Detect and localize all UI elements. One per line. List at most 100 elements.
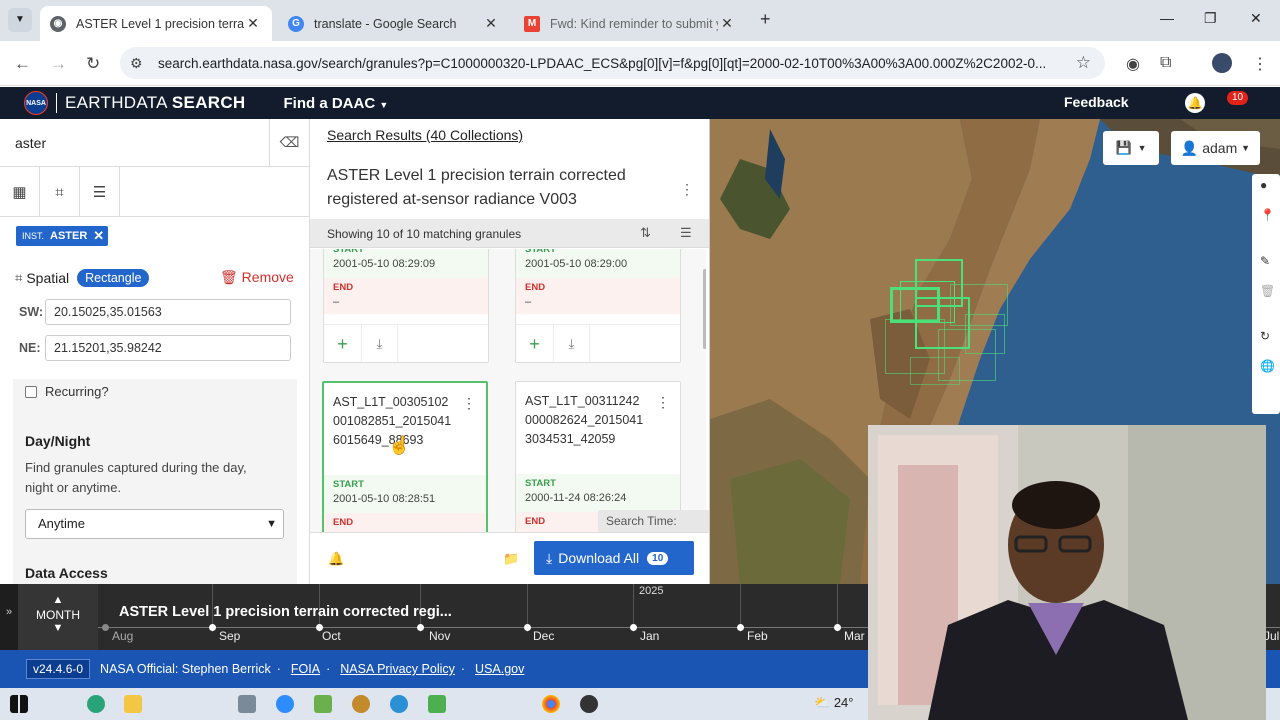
zoom-up-chevron-icon[interactable]: ▲ — [18, 594, 98, 606]
app-icon[interactable] — [390, 695, 408, 713]
back-icon[interactable]: ← — [14, 54, 31, 74]
instrument-filter-chip[interactable]: INST. ASTER ✕ — [16, 226, 109, 246]
user-menu-button[interactable]: 👤 adam ▼ — [1171, 131, 1260, 165]
site-info-icon[interactable]: ⚙ — [130, 55, 148, 72]
sw-row: SW: 20.15025,35.01563 — [19, 299, 291, 325]
extension-record-icon[interactable]: ◉ — [1126, 54, 1140, 74]
sw-coordinate-input[interactable]: 20.15025,35.01563 — [45, 299, 291, 325]
recurring-checkbox[interactable] — [25, 385, 37, 398]
clear-search-eraser-icon[interactable]: ⌫ — [269, 119, 309, 167]
restore-icon[interactable]: ❐ — [1204, 10, 1217, 27]
timeline-marker — [834, 624, 841, 631]
timeline-zoom-label: MONTH — [36, 608, 80, 622]
add-granule-plus-icon[interactable]: + — [516, 325, 554, 362]
notifications-bell-icon[interactable]: 🔔 — [1185, 93, 1205, 113]
version-badge: v24.4.6-0 — [26, 659, 91, 679]
day-night-select[interactable]: Anytime ▼ — [25, 509, 284, 539]
collection-menu-icon[interactable]: ⋮ — [680, 181, 694, 198]
draw-point-icon[interactable]: ● — [1260, 178, 1267, 192]
app-icon[interactable] — [238, 695, 256, 713]
chevron-down-icon: ▼ — [266, 518, 277, 530]
globe-icon[interactable]: 🌐 — [1260, 359, 1275, 373]
results-scrollbar[interactable] — [703, 269, 706, 349]
app-icon[interactable] — [428, 695, 446, 713]
end-label: END — [333, 282, 354, 293]
temporal-calendar-icon[interactable]: ▦ — [0, 167, 40, 217]
file-explorer-icon[interactable] — [124, 695, 142, 713]
download-granule-icon[interactable]: ⤓ — [554, 325, 590, 362]
feedback-link[interactable]: Feedback — [1064, 94, 1129, 110]
granule-footprint — [965, 314, 1005, 354]
app-icon[interactable] — [580, 695, 598, 713]
granule-menu-icon[interactable]: ⋮ — [656, 394, 670, 411]
download-all-button[interactable]: ⤓ Download All 10 — [534, 541, 694, 575]
new-tab-button[interactable]: + — [760, 9, 771, 30]
earthdata-search-brand[interactable]: EARTHDATA SEARCH — [56, 93, 246, 113]
reload-icon[interactable]: ↻ — [86, 54, 100, 74]
tab-google-search[interactable]: G translate - Google Search ✕ — [278, 6, 510, 41]
close-window-icon[interactable]: ✕ — [1250, 10, 1262, 27]
remove-spatial-button[interactable]: 🗑 Remove — [220, 269, 294, 286]
browser-menu-icon[interactable]: ⋮ — [1252, 54, 1268, 74]
bookmark-star-icon[interactable]: ☆ — [1076, 53, 1091, 73]
rotate-projection-icon[interactable]: ↻ — [1260, 329, 1270, 343]
nasa-logo-icon[interactable]: NASA — [24, 91, 48, 115]
app-icon[interactable] — [314, 695, 332, 713]
chrome-icon[interactable] — [542, 695, 560, 713]
list-view-icon[interactable]: ☰ — [680, 225, 692, 241]
address-bar[interactable]: ⚙ search.earthdata.nasa.gov/search/granu… — [120, 47, 1105, 79]
save-project-button[interactable]: 💾 ▼ — [1103, 131, 1159, 165]
find-daac-menu[interactable]: Find a DAAC ▼ — [284, 95, 389, 112]
extensions-puzzle-icon[interactable]: ⧉ — [1160, 54, 1171, 72]
privacy-policy-link[interactable]: NASA Privacy Policy — [340, 662, 455, 676]
granule-grid: START 2001-05-10 08:29:09 END – + ⤓ STAR… — [310, 249, 706, 532]
end-section: END — [324, 513, 486, 532]
granule-id[interactable]: AST_L1T_00311242000082624_20150413034531… — [525, 392, 645, 449]
foia-link[interactable]: FOIA — [291, 662, 320, 676]
app-icon[interactable] — [352, 695, 370, 713]
close-tab-icon[interactable]: ✕ — [482, 15, 500, 32]
granule-actions: + ⤓ — [516, 324, 680, 362]
add-granule-plus-icon[interactable]: + — [324, 325, 362, 362]
timeline-collapse-icon[interactable]: » — [0, 584, 18, 650]
zoom-down-chevron-icon[interactable]: ▼ — [18, 622, 98, 634]
recurring-checkbox-row[interactable]: Recurring? — [25, 384, 109, 399]
timeline-collection-label: ASTER Level 1 precision terrain correcte… — [119, 604, 452, 620]
granule-card-selected[interactable]: AST_L1T_00305102001082851_20150416015649… — [322, 381, 488, 532]
close-tab-icon[interactable]: ✕ — [718, 15, 736, 32]
tab-gmail[interactable]: M Fwd: Kind reminder to submit y ✕ — [514, 6, 746, 41]
close-tab-icon[interactable]: ✕ — [244, 15, 262, 32]
delete-shape-icon[interactable]: 🗑 — [1260, 284, 1275, 298]
search-results-panel: Search Results (40 Collections) ASTER Le… — [310, 119, 710, 584]
sort-icon[interactable]: ⇅ — [640, 225, 651, 241]
edit-shape-icon[interactable]: ✎ — [1260, 254, 1270, 268]
edge-icon[interactable] — [87, 695, 105, 713]
remove-chip-icon[interactable]: ✕ — [93, 228, 104, 244]
day-night-title: Day/Night — [25, 433, 91, 449]
windows-start-icon[interactable] — [10, 695, 28, 713]
minimize-icon[interactable]: — — [1160, 10, 1174, 26]
download-granule-icon[interactable]: ⤓ — [362, 325, 398, 362]
granule-card[interactable]: START 2001-05-10 08:29:00 END – + ⤓ — [515, 249, 681, 363]
tab-search-button[interactable]: ▼ — [8, 8, 32, 32]
ne-coordinate-input[interactable]: 21.15201,35.98242 — [45, 335, 291, 361]
granule-actions: + ⤓ — [324, 324, 488, 362]
start-label: START — [333, 249, 364, 255]
subscription-bell-icon[interactable]: 🔔 — [328, 551, 344, 567]
profile-avatar[interactable] — [1212, 53, 1232, 73]
granule-menu-icon[interactable]: ⋮ — [462, 395, 476, 412]
zoom-icon[interactable] — [276, 695, 294, 713]
search-results-link[interactable]: Search Results (40 Collections) — [327, 127, 523, 143]
advanced-filter-sliders-icon[interactable]: ☰ — [80, 167, 120, 217]
search-input[interactable]: aster — [0, 135, 269, 151]
end-label: END — [333, 517, 354, 528]
forward-icon[interactable]: → — [50, 54, 67, 74]
granule-count-text: Showing 10 of 10 matching granules — [327, 227, 522, 241]
usa-gov-link[interactable]: USA.gov — [475, 662, 524, 676]
granule-card[interactable]: START 2001-05-10 08:29:09 END – + ⤓ — [323, 249, 489, 363]
tab-earthdata[interactable]: ◉ ASTER Level 1 precision terrain ✕ — [40, 6, 272, 41]
spatial-crop-icon[interactable]: ⌗ — [40, 167, 80, 217]
add-to-project-folder-icon[interactable]: 📁 — [503, 551, 519, 567]
weather-widget[interactable]: ⛅ 24° — [814, 695, 853, 711]
map-pin-icon[interactable]: 📍 — [1260, 208, 1275, 222]
